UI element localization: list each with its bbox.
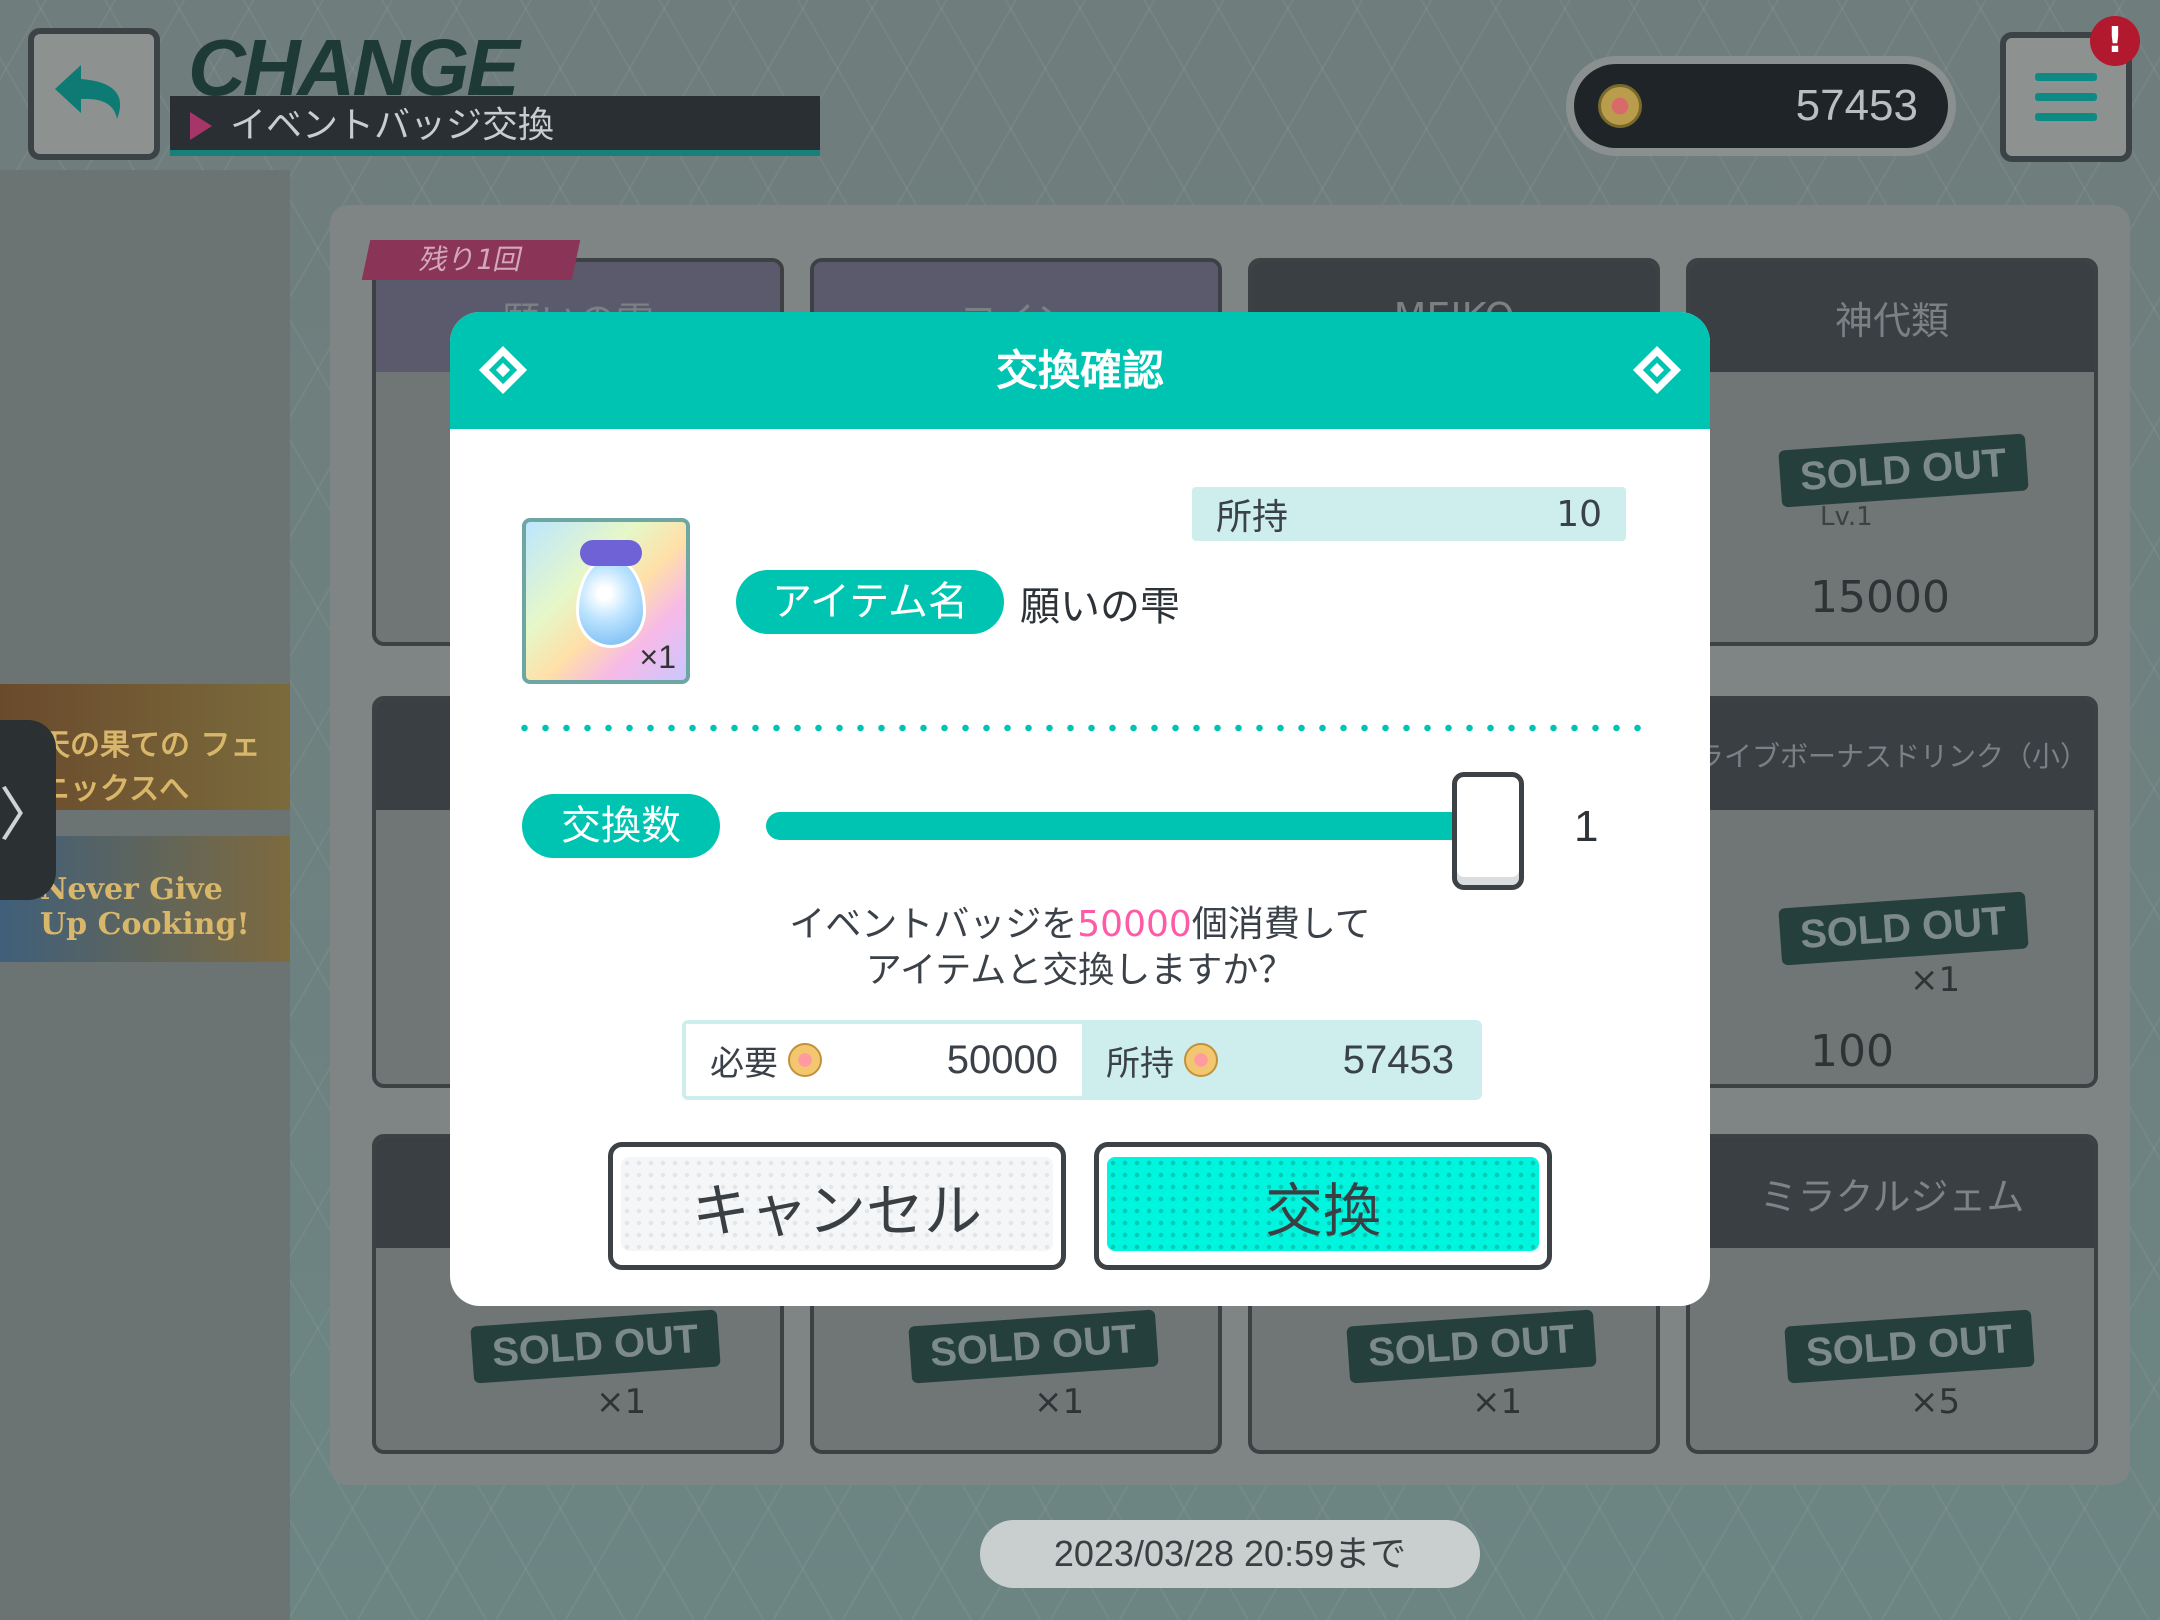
card-title: 神代類 <box>1690 262 2094 372</box>
exchange-button-label: 交換 <box>1264 1177 1381 1245</box>
item-name: 願いの雫 <box>1020 584 1180 630</box>
event-badge-icon <box>1598 84 1642 128</box>
card-qty: ×1 <box>1910 960 1961 1000</box>
sold-out-label: SOLD OUT <box>1784 1309 2035 1384</box>
sold-out-label: SOLD OUT <box>470 1309 721 1384</box>
confirm-line2: アイテムと交換しますか？ <box>865 950 1295 991</box>
sold-out-label: SOLD OUT <box>1778 433 2029 508</box>
card-level: Lv.1 <box>1820 502 1873 532</box>
cancel-button[interactable]: キャンセル <box>608 1142 1066 1270</box>
exchange-count-label: 交換数 <box>522 794 720 858</box>
required-value: 50000 <box>946 1037 1058 1082</box>
card-title: ライブボーナスドリンク（小） <box>1690 700 2094 810</box>
dialog-title: 交換確認 <box>995 346 1164 395</box>
card-price: 100 <box>1810 1026 1894 1077</box>
menu-icon-line <box>2035 93 2097 101</box>
triangle-icon <box>190 112 212 140</box>
badge-counter: 57453 <box>1566 56 1956 156</box>
remaining-tag: 残り1回 <box>361 240 581 280</box>
cost-summary: 必要 50000 所持 57453 <box>682 1020 1482 1100</box>
exchange-confirm-dialog: 交換確認 所持 10 ×1 アイテム名 願いの雫 交換数 1 イベントバッジを5… <box>450 312 1710 1306</box>
alert-badge: ! <box>2090 16 2140 66</box>
card-qty: ×1 <box>1034 1382 1085 1422</box>
diamond-icon <box>1632 345 1682 395</box>
wish-drop-icon <box>576 556 646 648</box>
owned-value: 10 <box>1556 493 1602 535</box>
deadline-label: 2023/03/28 20:59まで <box>980 1520 1480 1588</box>
shop-card[interactable]: 神代類 SOLD OUT Lv.1 15000 <box>1686 258 2098 646</box>
card-price: 15000 <box>1810 572 1950 623</box>
bow-icon <box>580 540 642 566</box>
item-name-label: アイテム名 <box>736 570 1004 634</box>
cancel-button-label: キャンセル <box>691 1177 982 1245</box>
confirm-post: 個消費して <box>1191 904 1371 945</box>
sold-out-label: SOLD OUT <box>1346 1309 1597 1384</box>
card-qty: ×1 <box>1472 1382 1523 1422</box>
event-banner-label: Never Give Up Cooking! <box>40 872 250 942</box>
confirm-pre: イベントバッジを <box>789 904 1078 945</box>
event-badge-icon <box>1184 1043 1218 1077</box>
back-button[interactable] <box>28 28 160 160</box>
have-value: 57453 <box>1342 1037 1454 1082</box>
dialog-header: 交換確認 <box>450 312 1710 429</box>
expand-side-tab[interactable]: 〉 <box>0 720 57 900</box>
sold-out-label: SOLD OUT <box>1778 891 2029 966</box>
page-subtitle: イベントバッジ交換 <box>170 96 820 156</box>
event-banner-label: 天の果ての フェニックスへ <box>40 728 261 807</box>
menu-icon-line <box>2035 73 2097 81</box>
dotted-divider <box>514 724 1646 732</box>
exchange-button[interactable]: 交換 <box>1094 1142 1552 1270</box>
exchange-count-value: 1 <box>1574 802 1599 851</box>
shop-card[interactable]: ミラクルジェム SOLD OUT ×5 <box>1686 1134 2098 1454</box>
card-qty: ×1 <box>596 1382 647 1422</box>
card-qty: ×5 <box>1910 1382 1961 1422</box>
shop-card[interactable]: ライブボーナスドリンク（小） SOLD OUT ×1 100 <box>1686 696 2098 1088</box>
owned-count: 所持 10 <box>1192 487 1626 541</box>
exchange-count-slider[interactable] <box>766 812 1496 840</box>
required-label: 必要 <box>710 1043 778 1084</box>
confirm-amount: 50000 <box>1077 904 1192 945</box>
required-cell: 必要 50000 <box>686 1024 1082 1096</box>
have-label: 所持 <box>1106 1043 1174 1084</box>
card-title: ミラクルジェム <box>1690 1138 2094 1248</box>
slider-thumb[interactable] <box>1452 772 1524 890</box>
item-qty: ×1 <box>639 639 676 675</box>
owned-label: 所持 <box>1216 497 1289 538</box>
badge-count: 57453 <box>1795 81 1918 130</box>
have-cell: 所持 57453 <box>1082 1024 1478 1096</box>
item-icon: ×1 <box>522 518 690 684</box>
confirm-message: イベントバッジを50000個消費して アイテムと交換しますか？ <box>450 902 1710 994</box>
menu-icon-line <box>2035 113 2097 121</box>
page-subtitle-text: イベントバッジ交換 <box>230 105 555 146</box>
back-arrow-icon <box>55 65 121 119</box>
event-badge-icon <box>788 1043 822 1077</box>
diamond-icon <box>478 345 528 395</box>
sold-out-label: SOLD OUT <box>908 1309 1159 1384</box>
